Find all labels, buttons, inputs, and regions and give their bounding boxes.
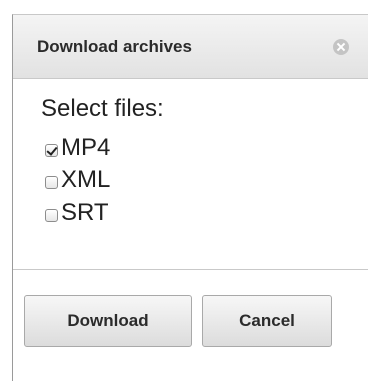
select-files-label: Select files: — [41, 95, 164, 122]
dialog-header: Download archives — [13, 15, 368, 79]
option-mp4[interactable]: MP4 — [45, 133, 110, 163]
srt-label: SRT — [61, 199, 109, 226]
mp4-checkbox[interactable] — [45, 143, 58, 157]
srt-checkbox[interactable] — [45, 208, 58, 222]
xml-checkbox[interactable] — [45, 175, 58, 189]
cancel-button[interactable]: Cancel — [202, 295, 332, 347]
mp4-label: MP4 — [61, 134, 111, 161]
dialog-title: Download archives — [37, 37, 192, 56]
download-button[interactable]: Download — [24, 295, 192, 347]
close-icon[interactable] — [333, 39, 349, 55]
download-archives-dialog: Download archives Select files: MP4 XML … — [12, 14, 368, 381]
dialog-body: Select files: MP4 XML SRT — [13, 79, 368, 270]
option-srt[interactable]: SRT — [45, 198, 109, 228]
option-xml[interactable]: XML — [45, 165, 110, 195]
xml-label: XML — [61, 166, 111, 193]
